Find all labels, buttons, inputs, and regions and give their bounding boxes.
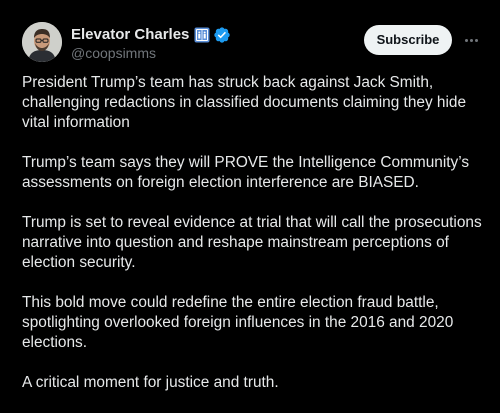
subscribe-button[interactable]: Subscribe [364, 25, 452, 55]
tweet-paragraph: President Trump’s team has struck back a… [22, 74, 467, 131]
tweet-card: Elevator Charles @coopsimms Subscribe Pr… [0, 0, 500, 411]
display-name[interactable]: Elevator Charles [71, 25, 189, 45]
dot [464, 38, 468, 42]
author-handle[interactable]: @coopsimms [71, 44, 156, 62]
tweet-paragraph: This bold move could redefine the entire… [22, 294, 454, 351]
tweet-paragraph: A critical moment for justice and truth. [22, 374, 279, 391]
dot [474, 38, 478, 42]
elevator-icon [194, 27, 210, 43]
dot [469, 38, 473, 42]
tweet-text: President Trump’s team has struck back a… [22, 73, 492, 413]
avatar[interactable] [22, 22, 62, 62]
author-name-row[interactable]: Elevator Charles [71, 25, 231, 45]
verified-badge-icon [213, 26, 231, 44]
more-options-icon[interactable] [460, 29, 482, 51]
tweet-paragraph: Trump’s team says they will PROVE the In… [22, 154, 470, 191]
tweet-paragraph: Trump is set to reveal evidence at trial… [22, 214, 482, 271]
